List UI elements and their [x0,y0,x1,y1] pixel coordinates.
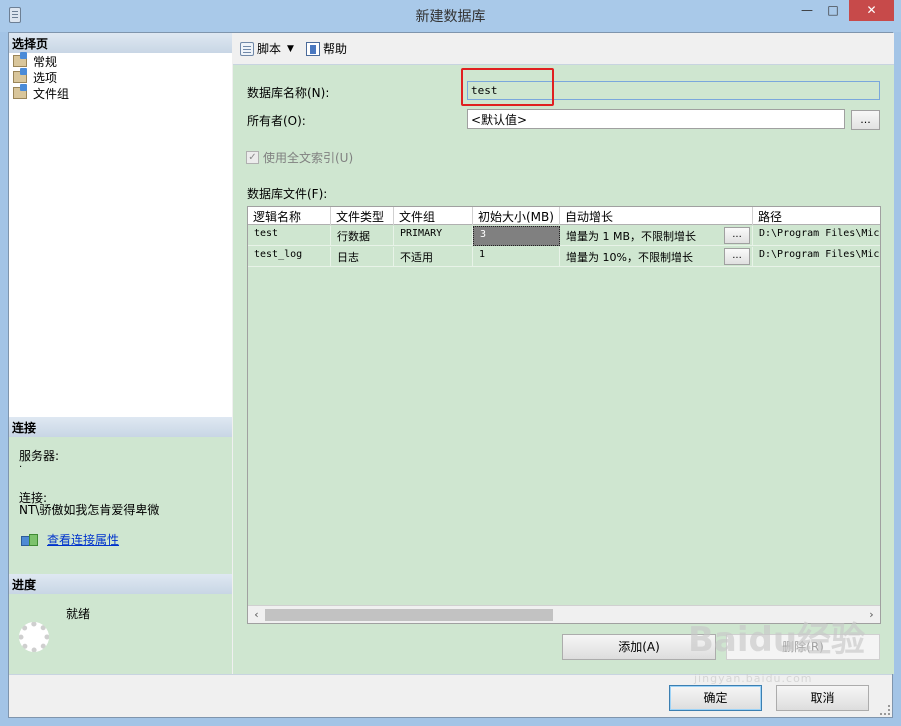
server-value: . [19,459,23,470]
cancel-button[interactable]: 取消 [776,685,869,711]
progress-header: 进度 [9,574,232,594]
left-panel: 选择页 常规 选项 文件组 连接 服务器: . 连接: NT\骄傲如我怎肯爱得卑… [9,33,232,674]
db-files-grid[interactable]: 逻辑名称 文件类型 文件组 初始大小(MB) 自动增长 路径 test 行数据 … [247,206,881,624]
window-title: 新建数据库 [415,9,486,25]
cell-file-type[interactable]: 日志 [331,247,394,267]
cell-path[interactable]: D:\Program Files\Mic [753,226,880,246]
script-label: 脚本 [257,42,282,56]
script-dropdown-chevron-down-icon[interactable]: ▼ [287,44,294,54]
column-header[interactable]: 文件组 [394,207,473,225]
page-item-filegroups[interactable]: 文件组 [9,84,232,101]
table-row[interactable]: test_log 日志 不适用 1 增量为 10%，不限制增长 ... D:\P… [248,247,880,267]
scroll-right-icon[interactable]: › [863,606,880,623]
cell-autogrowth[interactable]: 增量为 10%，不限制增长 ... [560,247,753,267]
owner-label: 所有者(O): [247,114,306,128]
highlight-box [461,68,554,106]
view-connection-properties-link[interactable]: 查看连接属性 [47,531,119,548]
autogrowth-edit-button[interactable]: ... [724,248,750,265]
autogrowth-text: 增量为 10%，不限制增长 [566,251,693,264]
connection-properties-icon [21,533,38,547]
page-item-label: 常规 [33,54,58,69]
fulltext-label: 使用全文索引(U) [263,151,354,165]
connection-value: NT\骄傲如我怎肯爱得卑微 [19,503,160,517]
script-icon [240,41,254,56]
close-button[interactable]: ✕ [849,0,894,21]
title-bar: 新建数据库 — □ ✕ [0,0,901,32]
maximize-button[interactable]: □ [820,0,846,21]
cell-file-type[interactable]: 行数据 [331,226,394,246]
table-row[interactable]: test 行数据 PRIMARY 3 增量为 1 MB，不限制增长 ... D:… [248,226,880,246]
progress-spinner-icon [19,622,49,652]
toolbar: 脚本 ▼ 帮助 [233,33,894,65]
scroll-thumb[interactable] [265,609,553,621]
dialog-client: 选择页 常规 选项 文件组 连接 服务器: . 连接: NT\骄傲如我怎肯爱得卑… [8,32,894,718]
column-header[interactable]: 文件类型 [331,207,394,225]
connection-header: 连接 [9,417,232,437]
column-header[interactable]: 路径 [753,207,880,225]
fulltext-checkbox[interactable]: ✓ [246,151,259,164]
column-header[interactable]: 逻辑名称 [248,207,331,225]
page-icon [13,52,27,67]
cell-filegroup[interactable]: PRIMARY [394,226,473,246]
autogrowth-text: 增量为 1 MB，不限制增长 [566,230,697,243]
resize-grip-icon[interactable] [880,705,890,715]
owner-input[interactable]: <默认值> [467,109,845,129]
help-label: 帮助 [322,42,347,56]
view-connection-properties[interactable]: 查看连接属性 [21,531,119,548]
autogrowth-edit-button[interactable]: ... [724,227,750,244]
page-list: 常规 选项 文件组 [9,52,232,417]
select-page-header: 选择页 [9,33,232,53]
page-item-general[interactable]: 常规 [9,52,232,69]
cell-filegroup[interactable]: 不适用 [394,247,473,267]
button-bar: 确定 取消 [9,674,892,717]
page-item-label: 文件组 [33,86,70,101]
ok-button[interactable]: 确定 [669,685,762,711]
cell-initial-size[interactable]: 3 [473,226,560,246]
owner-browse-button[interactable]: ... [851,110,880,130]
remove-button[interactable]: 删除(R) [726,634,880,660]
help-button[interactable]: 帮助 [305,40,347,57]
cell-logical-name[interactable]: test [248,226,331,246]
db-name-label: 数据库名称(N): [247,86,330,100]
column-header[interactable]: 自动增长 [560,207,753,225]
add-button[interactable]: 添加(A) [562,634,716,660]
connection-panel: 服务器: . 连接: NT\骄傲如我怎肯爱得卑微 查看连接属性 [9,437,232,574]
cell-logical-name[interactable]: test_log [248,247,331,267]
page-icon [13,68,27,83]
server-label: 服务器: [19,449,60,463]
help-icon [305,41,320,56]
cell-path[interactable]: D:\Program Files\Mic [753,247,880,267]
progress-panel: 就绪 [9,594,232,674]
grid-header: 逻辑名称 文件类型 文件组 初始大小(MB) 自动增长 路径 [248,207,880,225]
page-item-label: 选项 [33,70,58,85]
db-files-label: 数据库文件(F): [247,187,328,201]
script-button[interactable]: 脚本 [240,40,281,57]
minimize-button[interactable]: — [794,0,820,21]
main-panel: 脚本 ▼ 帮助 数据库名称(N): test 所有者(O): <默认值> ...… [233,33,894,674]
horizontal-scrollbar[interactable]: ‹ › [248,605,880,623]
cell-autogrowth[interactable]: 增量为 1 MB，不限制增长 ... [560,226,753,246]
progress-status: 就绪 [66,607,91,621]
page-item-options[interactable]: 选项 [9,68,232,85]
cell-initial-size[interactable]: 1 [473,247,560,267]
scroll-left-icon[interactable]: ‹ [248,606,265,623]
fulltext-checkbox-row[interactable]: ✓ 使用全文索引(U) [246,149,353,166]
column-header[interactable]: 初始大小(MB) [473,207,560,225]
page-icon [13,84,27,99]
